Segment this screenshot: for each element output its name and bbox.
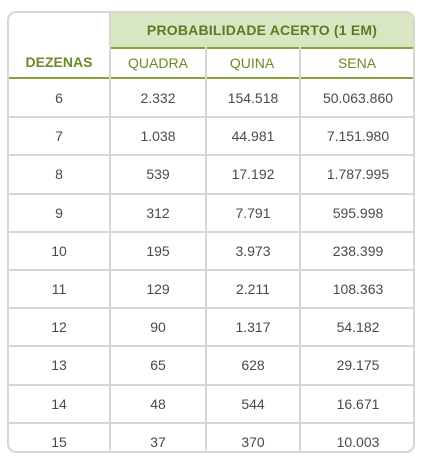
table-cell-sena: 595.998 (332, 204, 384, 221)
table-cell-quadra: 1.038 (140, 128, 176, 145)
table-cell-dezenas: 12 (51, 319, 67, 336)
table-cell-sena: 1.787.995 (326, 166, 390, 183)
table-cell-quina: 44.981 (231, 128, 275, 145)
table-cell-quina: 7.791 (235, 204, 271, 221)
table-cell-quina: 1.317 (235, 319, 271, 336)
table-cell-quadra: 37 (150, 433, 166, 450)
table-cell-dezenas: 6 (55, 90, 63, 107)
table-cell-dezenas: 14 (51, 395, 67, 412)
table-cell-quadra: 195 (146, 242, 170, 259)
table-cell-dezenas: 13 (51, 357, 67, 374)
probability-group-header: PROBABILIDADE ACERTO (1 EM) (109, 13, 413, 47)
table-cell-quadra: 48 (150, 395, 166, 412)
table-cell-quina: 544 (241, 395, 265, 412)
table-cell-dezenas: 11 (51, 281, 67, 298)
table-cell-sena: 108.363 (332, 281, 384, 298)
table-cell-quina: 3.973 (235, 242, 271, 259)
table-cell-quina: 2.211 (236, 281, 270, 298)
table-cell-quadra: 65 (150, 357, 166, 374)
table-cell-quadra: 539 (146, 166, 170, 183)
table-cell-dezenas: 8 (55, 166, 63, 183)
table-cell-quadra: 312 (146, 204, 170, 221)
table-cell-dezenas: 10 (51, 242, 67, 259)
table-cell-quina: 628 (241, 357, 265, 374)
table-cell-quina: 370 (241, 433, 265, 450)
table-cell-sena: 29.175 (336, 357, 380, 374)
table-cell-quina: 17.192 (231, 166, 275, 183)
table-cell-dezenas: 15 (51, 433, 67, 450)
table-cell-sena: 7.151.980 (326, 128, 390, 145)
col-header-sena: SENA (337, 55, 377, 71)
table-cell-dezenas: 9 (55, 204, 63, 221)
col-header-quina: QUINA (229, 55, 275, 71)
col-header-dezenas: DEZENAS (25, 54, 93, 70)
table-cell-dezenas: 7 (55, 128, 63, 145)
header-divider (109, 47, 413, 49)
table-cell-sena: 50.063.860 (322, 90, 394, 107)
table-cell-quadra: 2.332 (140, 90, 176, 107)
table-cell-quadra: 129 (146, 281, 170, 298)
probability-table: PROBABILIDADE ACERTO (1 EM) DEZENAS QUAD… (7, 11, 415, 453)
table-cell-sena: 54.182 (336, 319, 380, 336)
table-cell-sena: 238.399 (332, 242, 384, 259)
col-header-quadra: QUADRA (128, 55, 188, 71)
table-cell-sena: 10.003 (336, 433, 380, 450)
table-cell-sena: 16.671 (336, 395, 380, 412)
table-cell-quadra: 90 (150, 319, 166, 336)
table-cell-quina: 154.518 (227, 90, 279, 107)
